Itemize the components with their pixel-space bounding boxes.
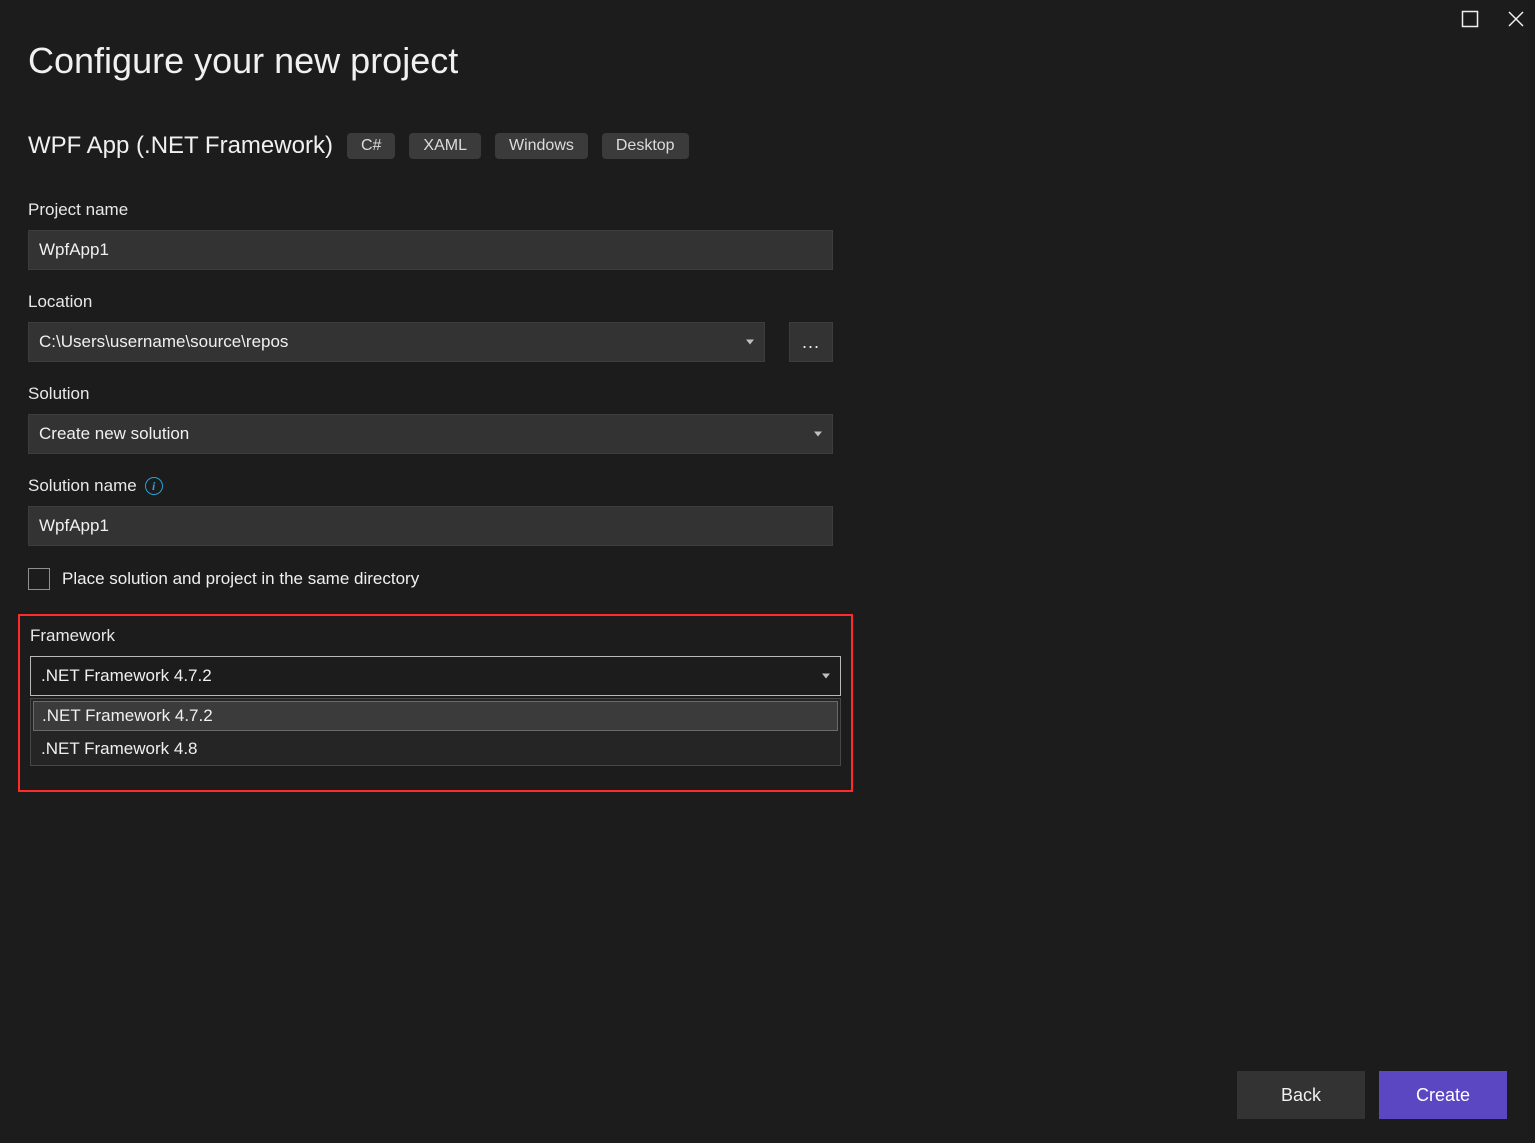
back-button[interactable]: Back bbox=[1237, 1071, 1365, 1119]
template-tag: Windows bbox=[495, 133, 588, 159]
project-name-input[interactable] bbox=[28, 230, 833, 270]
template-row: WPF App (.NET Framework) C# XAML Windows… bbox=[28, 132, 1507, 160]
framework-dropdown: .NET Framework 4.7.2 .NET Framework 4.8 bbox=[30, 698, 841, 766]
info-icon[interactable]: i bbox=[145, 477, 163, 495]
location-value: C:\Users\username\source\repos bbox=[39, 332, 288, 352]
framework-label: Framework bbox=[30, 626, 841, 646]
chevron-down-icon bbox=[746, 340, 754, 345]
chevron-down-icon bbox=[814, 432, 822, 437]
template-tag: C# bbox=[347, 133, 395, 159]
template-tag: Desktop bbox=[602, 133, 689, 159]
template-tag: XAML bbox=[409, 133, 481, 159]
framework-option[interactable]: .NET Framework 4.7.2 bbox=[33, 701, 838, 731]
location-combo[interactable]: C:\Users\username\source\repos bbox=[28, 322, 765, 362]
close-icon[interactable] bbox=[1507, 10, 1525, 28]
same-directory-checkbox[interactable] bbox=[28, 568, 50, 590]
same-directory-label: Place solution and project in the same d… bbox=[62, 569, 419, 589]
template-name: WPF App (.NET Framework) bbox=[28, 132, 333, 160]
create-button[interactable]: Create bbox=[1379, 1071, 1507, 1119]
framework-section-highlight: Framework .NET Framework 4.7.2 .NET Fram… bbox=[18, 614, 853, 792]
solution-label: Solution bbox=[28, 384, 833, 404]
maximize-icon[interactable] bbox=[1461, 10, 1479, 28]
framework-combo[interactable]: .NET Framework 4.7.2 bbox=[30, 656, 841, 696]
location-label: Location bbox=[28, 292, 833, 312]
solution-combo[interactable]: Create new solution bbox=[28, 414, 833, 454]
solution-value: Create new solution bbox=[39, 424, 189, 444]
browse-button[interactable]: ... bbox=[789, 322, 833, 362]
project-name-label: Project name bbox=[28, 200, 833, 220]
chevron-down-icon bbox=[822, 674, 830, 679]
framework-value: .NET Framework 4.7.2 bbox=[41, 666, 212, 686]
framework-option[interactable]: .NET Framework 4.8 bbox=[31, 733, 840, 765]
solution-name-input[interactable] bbox=[28, 506, 833, 546]
page-title: Configure your new project bbox=[28, 40, 1507, 82]
solution-name-label: Solution name i bbox=[28, 476, 833, 496]
